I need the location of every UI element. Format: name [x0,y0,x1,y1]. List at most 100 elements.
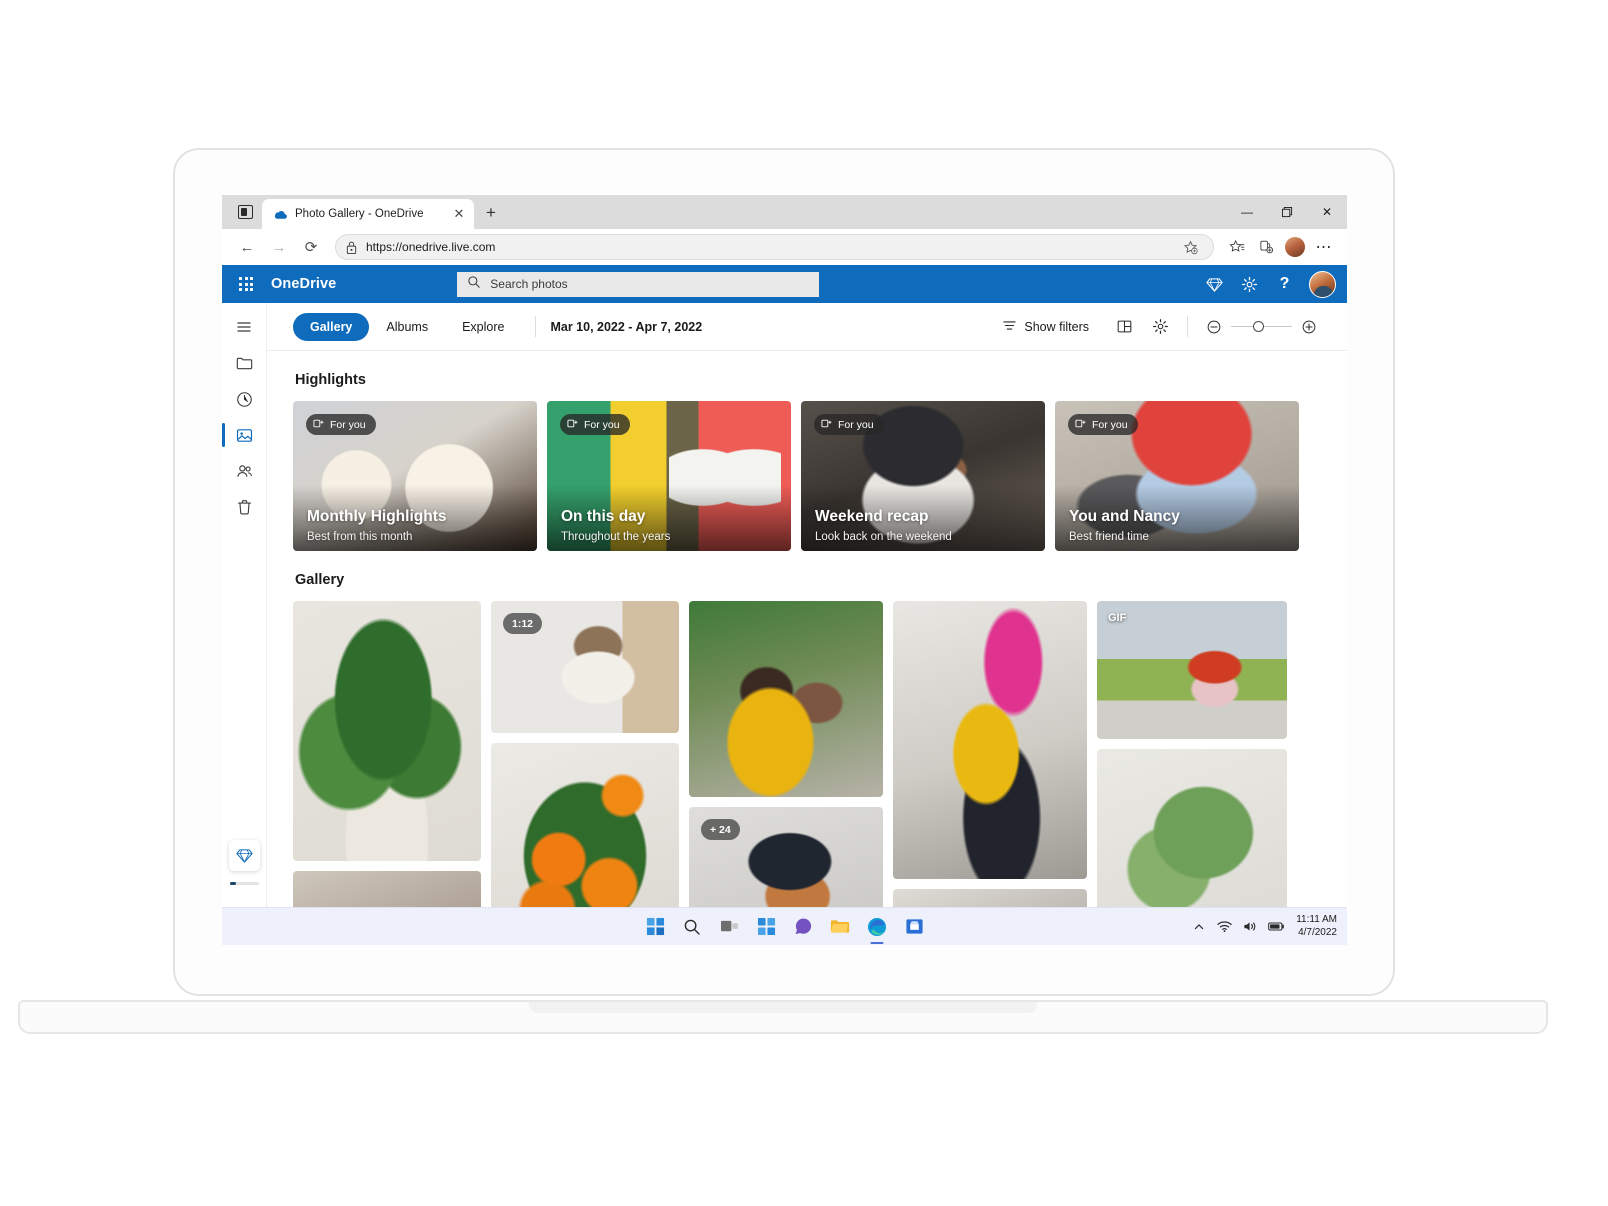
favorites-icon[interactable] [1223,234,1250,260]
for-you-icon [313,418,324,432]
highlight-title: Monthly Highlights [307,508,447,525]
sidebar-item-my-files[interactable] [227,346,261,380]
for-you-icon [567,418,578,432]
people-icon [236,464,252,477]
photo-thumbnail [293,601,481,861]
widgets-button[interactable] [753,913,780,940]
tab-actions-button[interactable] [228,197,262,227]
taskbar-clock[interactable]: 11:11 AM 4/7/2022 [1296,914,1337,939]
store-button[interactable] [901,913,928,940]
zoom-out-button[interactable] [1200,313,1228,341]
gallery-scroll-area[interactable]: Highlights For you Monthly Highlights Best… [267,351,1347,945]
gallery-settings-gear-icon[interactable] [1145,313,1175,341]
volume-icon[interactable] [1242,918,1259,935]
gallery-photo-tile[interactable] [893,601,1087,879]
browser-tab[interactable]: Photo Gallery - OneDrive ✕ [262,199,474,229]
gear-icon[interactable] [1234,269,1265,300]
zoom-in-button[interactable] [1295,313,1323,341]
waffle-icon [239,277,253,291]
close-icon[interactable]: ✕ [450,205,468,223]
battery-icon[interactable] [1268,918,1285,935]
premium-diamond-icon [235,849,253,863]
sidebar-item-recycle-bin[interactable] [227,490,261,524]
highlight-card[interactable]: For you On this day Throughout the years [547,401,791,551]
task-view-button[interactable] [716,913,743,940]
sidebar-item-hamburger-menu[interactable] [227,310,261,344]
stack-count-badge: + 24 [701,819,740,840]
gif-badge: GIF [1108,612,1127,624]
sidebar-item-recent[interactable] [227,382,261,416]
premium-diamond-icon[interactable] [1199,269,1230,300]
onedrive-suite-header: OneDrive Search photos ? [222,265,1347,303]
forward-icon[interactable]: → [264,233,294,261]
add-favorite-icon[interactable] [1177,234,1204,260]
system-tray: 11:11 AM 4/7/2022 [1190,914,1337,939]
file-explorer-button[interactable] [827,913,854,940]
layout-grid-icon[interactable] [1109,313,1139,341]
start-button[interactable] [642,913,669,940]
gallery-photo-tile[interactable]: GIF [1097,601,1287,739]
gallery-photo-tile[interactable]: 1:12 [491,601,679,733]
photos-main-pane: Gallery Albums Explore Mar 10, 2022 - Ap… [267,303,1347,945]
zoom-slider-thumb[interactable] [1253,320,1264,332]
settings-more-icon[interactable]: ⋯ [1310,234,1337,260]
highlight-title: You and Nancy [1069,508,1180,525]
tab-explore[interactable]: Explore [445,313,521,341]
gallery-column: GIF [1097,601,1287,931]
filter-icon [1002,318,1017,336]
for-you-badge-label: For you [1092,418,1128,431]
wifi-icon[interactable] [1216,918,1233,935]
toolbar-right-actions: Show filters [994,313,1323,341]
gallery-heading: Gallery [295,572,345,588]
gallery-column [893,601,1087,931]
premium-button[interactable] [228,840,260,871]
tab-gallery[interactable]: Gallery [293,312,370,341]
gallery-photo-tile[interactable] [293,601,481,861]
for-you-badge-label: For you [584,418,620,431]
highlight-card[interactable]: For you You and Nancy Best friend time [1055,401,1299,551]
highlight-card[interactable]: For you Monthly Highlights Best from this … [293,401,537,551]
onedrive-brand[interactable]: OneDrive [271,276,336,292]
browser-addressbar: ← → ⟳ https://onedrive.live.com ⋯ [222,229,1347,265]
profile-avatar[interactable] [1281,234,1308,260]
gallery-column: + 24 [689,601,883,931]
highlight-subtitle: Best from this month [307,531,413,543]
minimize-button[interactable]: — [1227,195,1267,229]
edge-button[interactable] [864,913,891,940]
show-hidden-icons-button[interactable] [1190,918,1207,935]
highlight-card[interactable]: For you Weekend recap Look back on the wee… [801,401,1045,551]
account-avatar[interactable] [1309,270,1336,298]
app-launcher-button[interactable] [231,269,261,299]
maximize-button[interactable] [1267,195,1307,229]
toolbar-divider [535,316,537,337]
browser-tab-title: Photo Gallery - OneDrive [295,208,424,220]
sidebar-item-shared[interactable] [227,454,261,488]
refresh-icon[interactable]: ⟳ [296,233,326,261]
clock-time: 11:11 AM [1296,914,1337,925]
laptop-notch [529,1002,1037,1013]
search-button[interactable] [679,913,706,940]
date-range-label: Mar 10, 2022 - Apr 7, 2022 [550,319,703,334]
chat-button[interactable] [790,913,817,940]
collections-icon[interactable] [1252,234,1279,260]
tab-albums[interactable]: Albums [369,313,445,341]
for-you-badge-label: For you [838,418,874,431]
gallery-photo-tile[interactable] [1097,749,1287,931]
clock-date: 4/7/2022 [1298,926,1337,938]
address-input[interactable]: https://onedrive.live.com [335,234,1214,260]
gallery-photo-tile[interactable] [689,601,883,797]
for-you-badge: For you [1068,414,1138,435]
for-you-icon [1075,418,1086,432]
new-tab-button[interactable]: + [477,199,505,227]
gallery-photo-tile[interactable] [491,743,679,931]
show-filters-button[interactable]: Show filters [994,313,1097,341]
sidebar-item-photos[interactable] [222,418,261,452]
close-window-button[interactable]: ✕ [1307,195,1347,229]
back-icon[interactable]: ← [232,233,262,261]
search-photos-input[interactable]: Search photos [457,271,820,297]
storage-progress-bar [229,882,259,885]
for-you-icon [821,418,832,432]
help-icon[interactable]: ? [1269,269,1300,300]
zoom-slider-track[interactable] [1231,320,1292,332]
highlight-subtitle: Best friend time [1069,531,1149,543]
